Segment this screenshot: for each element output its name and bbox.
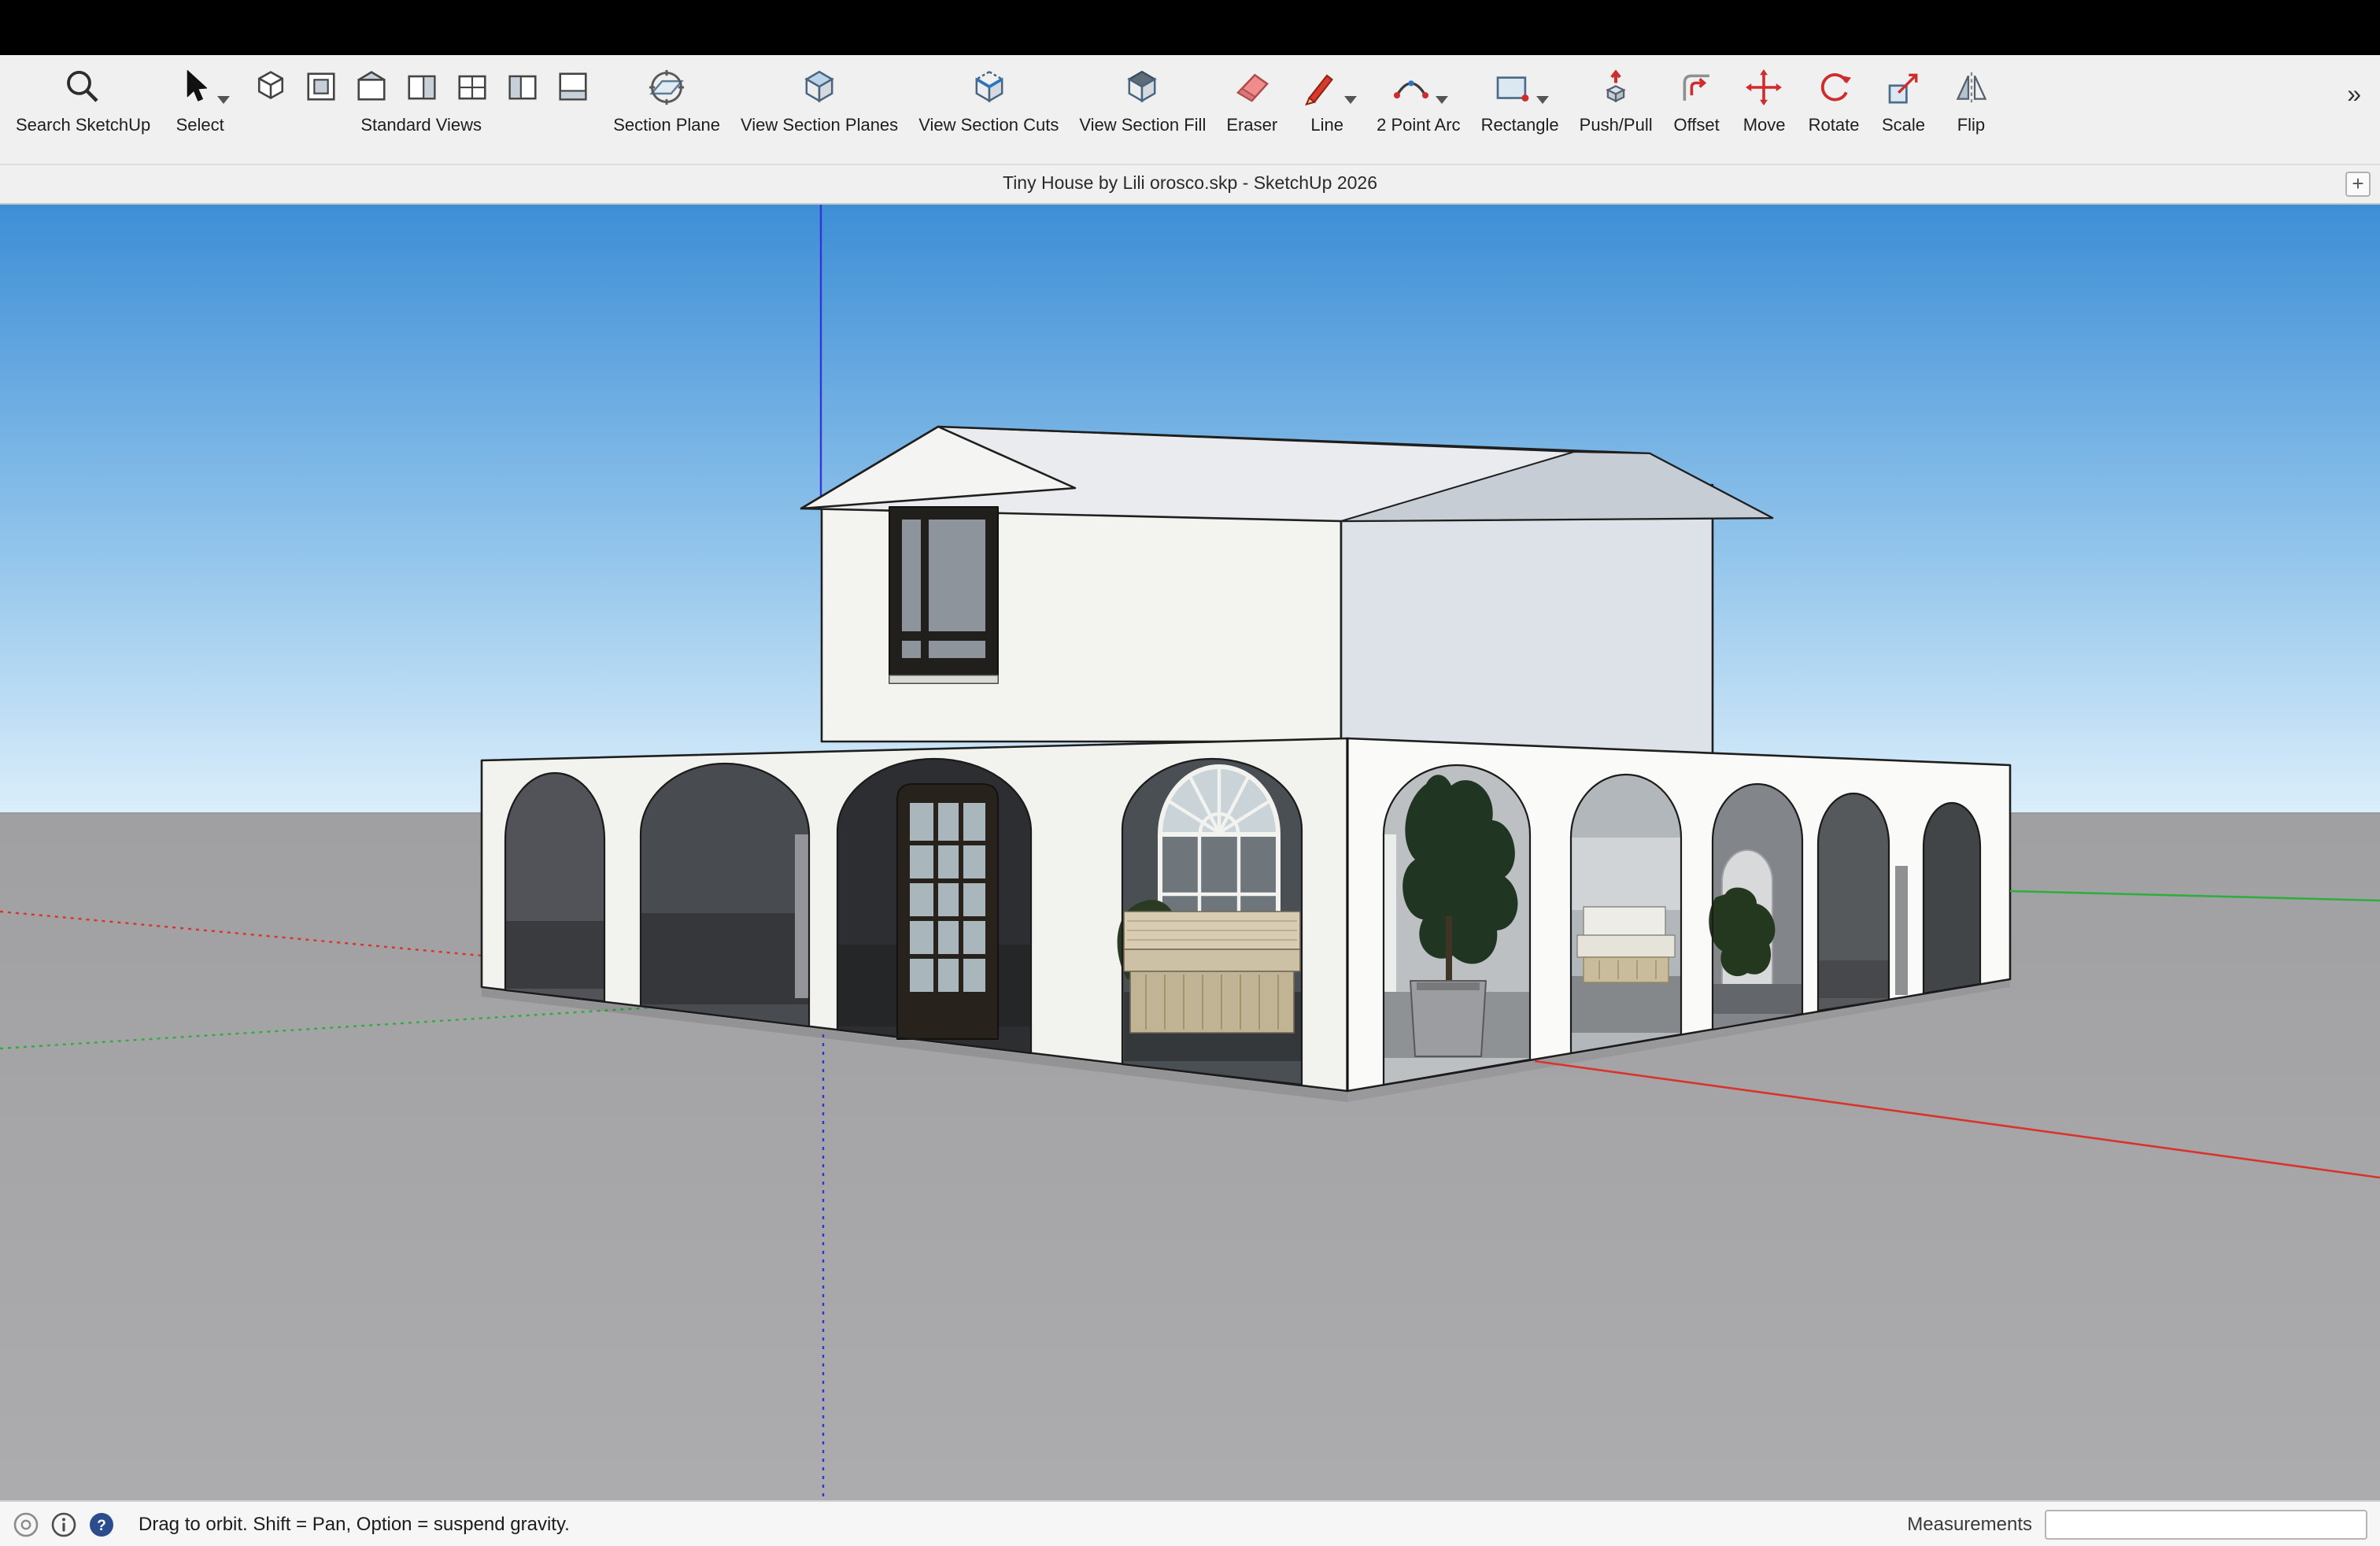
chevron-down-icon[interactable] — [1343, 83, 1356, 112]
toolbar-select-button[interactable]: Select — [171, 66, 229, 135]
view-front-icon — [350, 66, 391, 107]
toolbar-label: Search SketchUp — [16, 117, 150, 135]
section-cuts-icon — [967, 66, 1010, 109]
document-title: Tiny House by Lili orosco.skp - SketchUp… — [1003, 175, 1377, 194]
view-bottom-icon — [552, 66, 593, 107]
push-pull-icon — [1595, 66, 1637, 109]
toolbar-view-section-fill-button[interactable]: View Section Fill — [1079, 66, 1206, 135]
viewport-3d[interactable] — [0, 205, 2380, 1500]
menu-bar — [0, 0, 2380, 55]
section-plane-icon — [645, 66, 688, 109]
toolbar-group-label: Standard Views — [360, 117, 482, 135]
toolbar-label: View Section Cuts — [918, 117, 1059, 135]
help-icon[interactable]: ? — [88, 1511, 115, 1537]
arc-icon — [1389, 66, 1432, 109]
toolbar-label: Select — [176, 117, 224, 135]
rotate-icon — [1813, 66, 1855, 109]
toolbar-view-front-button[interactable] — [350, 66, 391, 115]
toolbar-view-section-planes-button[interactable]: View Section Planes — [741, 66, 898, 135]
toolbar-view-iso-button[interactable] — [249, 66, 290, 115]
modeling-viewport — [0, 205, 2380, 1500]
toolbar-search-sketchup-button[interactable]: Search SketchUp — [16, 66, 150, 135]
toolbar-label: Rotate — [1809, 117, 1860, 135]
title-bar: Tiny House by Lili orosco.skp - SketchUp… — [0, 164, 2380, 205]
view-right-icon — [401, 66, 442, 107]
toolbar-view-right-button[interactable] — [401, 66, 442, 115]
toolbar-rectangle-button[interactable]: Rectangle — [1481, 66, 1559, 135]
sketchup-window: Search SketchUp Select Standard Views Secti… — [0, 0, 2380, 1546]
chevron-down-icon[interactable] — [216, 83, 229, 112]
measurements-input[interactable] — [2045, 1509, 2367, 1539]
line-icon — [1298, 66, 1340, 109]
toolbar-label: View Section Fill — [1079, 117, 1206, 135]
toolbar-label: Offset — [1673, 117, 1719, 135]
front-door[interactable] — [897, 784, 998, 1039]
toolbar: Search SketchUp Select Standard Views Secti… — [0, 55, 2380, 164]
toolbar-rotate-button[interactable]: Rotate — [1809, 66, 1860, 135]
geolocation-icon[interactable] — [13, 1511, 39, 1537]
toolbar-label: Section Plane — [613, 117, 720, 135]
toolbar-group-standard-views: Standard Views — [249, 66, 593, 135]
search-icon — [62, 66, 105, 109]
upper-story-window[interactable] — [889, 507, 998, 683]
toolbar-label: Scale — [1882, 117, 1925, 135]
scale-icon — [1882, 66, 1924, 109]
view-left-icon — [501, 66, 542, 107]
toolbar-view-section-cuts-button[interactable]: View Section Cuts — [918, 66, 1059, 135]
toolbar-view-top-button[interactable] — [300, 66, 341, 115]
toolbar-2-point-arc-button[interactable]: 2 Point Arc — [1377, 66, 1460, 135]
cursor-icon — [171, 66, 213, 109]
rectangle-icon — [1491, 66, 1533, 109]
patio-sofa-right[interactable] — [1577, 907, 1675, 982]
toolbar-view-left-button[interactable] — [501, 66, 542, 115]
toolbar-label: Line — [1310, 117, 1343, 135]
toolbar-push-pull-button[interactable]: Push/Pull — [1580, 66, 1653, 135]
view-back-icon — [451, 66, 492, 107]
status-bar: ? Drag to orbit. Shift = Pan, Option = s… — [0, 1500, 2380, 1546]
toolbar-label: Move — [1743, 117, 1786, 135]
section-planes-icon — [798, 66, 841, 109]
measurements-label: Measurements — [1907, 1513, 2032, 1535]
move-icon — [1743, 66, 1786, 109]
planter-box[interactable] — [1410, 981, 1486, 1056]
toolbar-label: View Section Planes — [741, 117, 898, 135]
toolbar-offset-button[interactable]: Offset — [1673, 66, 1720, 135]
expand-tray-button[interactable]: + — [2345, 172, 2371, 197]
toolbar-overflow-chevron[interactable]: » — [2347, 82, 2364, 110]
offset-icon — [1676, 66, 1718, 109]
toolbar-eraser-button[interactable]: Eraser — [1226, 66, 1277, 135]
toolbar-view-bottom-button[interactable] — [552, 66, 593, 115]
eraser-icon — [1231, 66, 1273, 109]
toolbar-view-back-button[interactable] — [451, 66, 492, 115]
section-fill-icon — [1122, 66, 1164, 109]
svg-text:?: ? — [97, 1517, 106, 1533]
upper-story-right-wall[interactable] — [1341, 485, 1713, 754]
flip-icon — [1949, 66, 1992, 109]
toolbar-label: 2 Point Arc — [1377, 117, 1460, 135]
chevron-down-icon[interactable] — [1435, 83, 1447, 112]
chevron-down-icon[interactable] — [1536, 83, 1549, 112]
patio-sofa-front[interactable] — [1124, 912, 1300, 1033]
toolbar-label: Flip — [1957, 117, 1985, 135]
toolbar-label: Rectangle — [1481, 117, 1559, 135]
info-icon[interactable] — [50, 1511, 77, 1537]
toolbar-scale-button[interactable]: Scale — [1879, 66, 1927, 135]
toolbar-label: Eraser — [1226, 117, 1277, 135]
toolbar-line-button[interactable]: Line — [1298, 66, 1356, 135]
view-top-icon — [300, 66, 341, 107]
toolbar-flip-button[interactable]: Flip — [1947, 66, 1994, 135]
status-hint: Drag to orbit. Shift = Pan, Option = sus… — [139, 1513, 570, 1535]
toolbar-label: Push/Pull — [1580, 117, 1653, 135]
view-iso-icon — [249, 66, 290, 107]
toolbar-section-plane-button[interactable]: Section Plane — [613, 66, 720, 135]
toolbar-move-button[interactable]: Move — [1741, 66, 1788, 135]
